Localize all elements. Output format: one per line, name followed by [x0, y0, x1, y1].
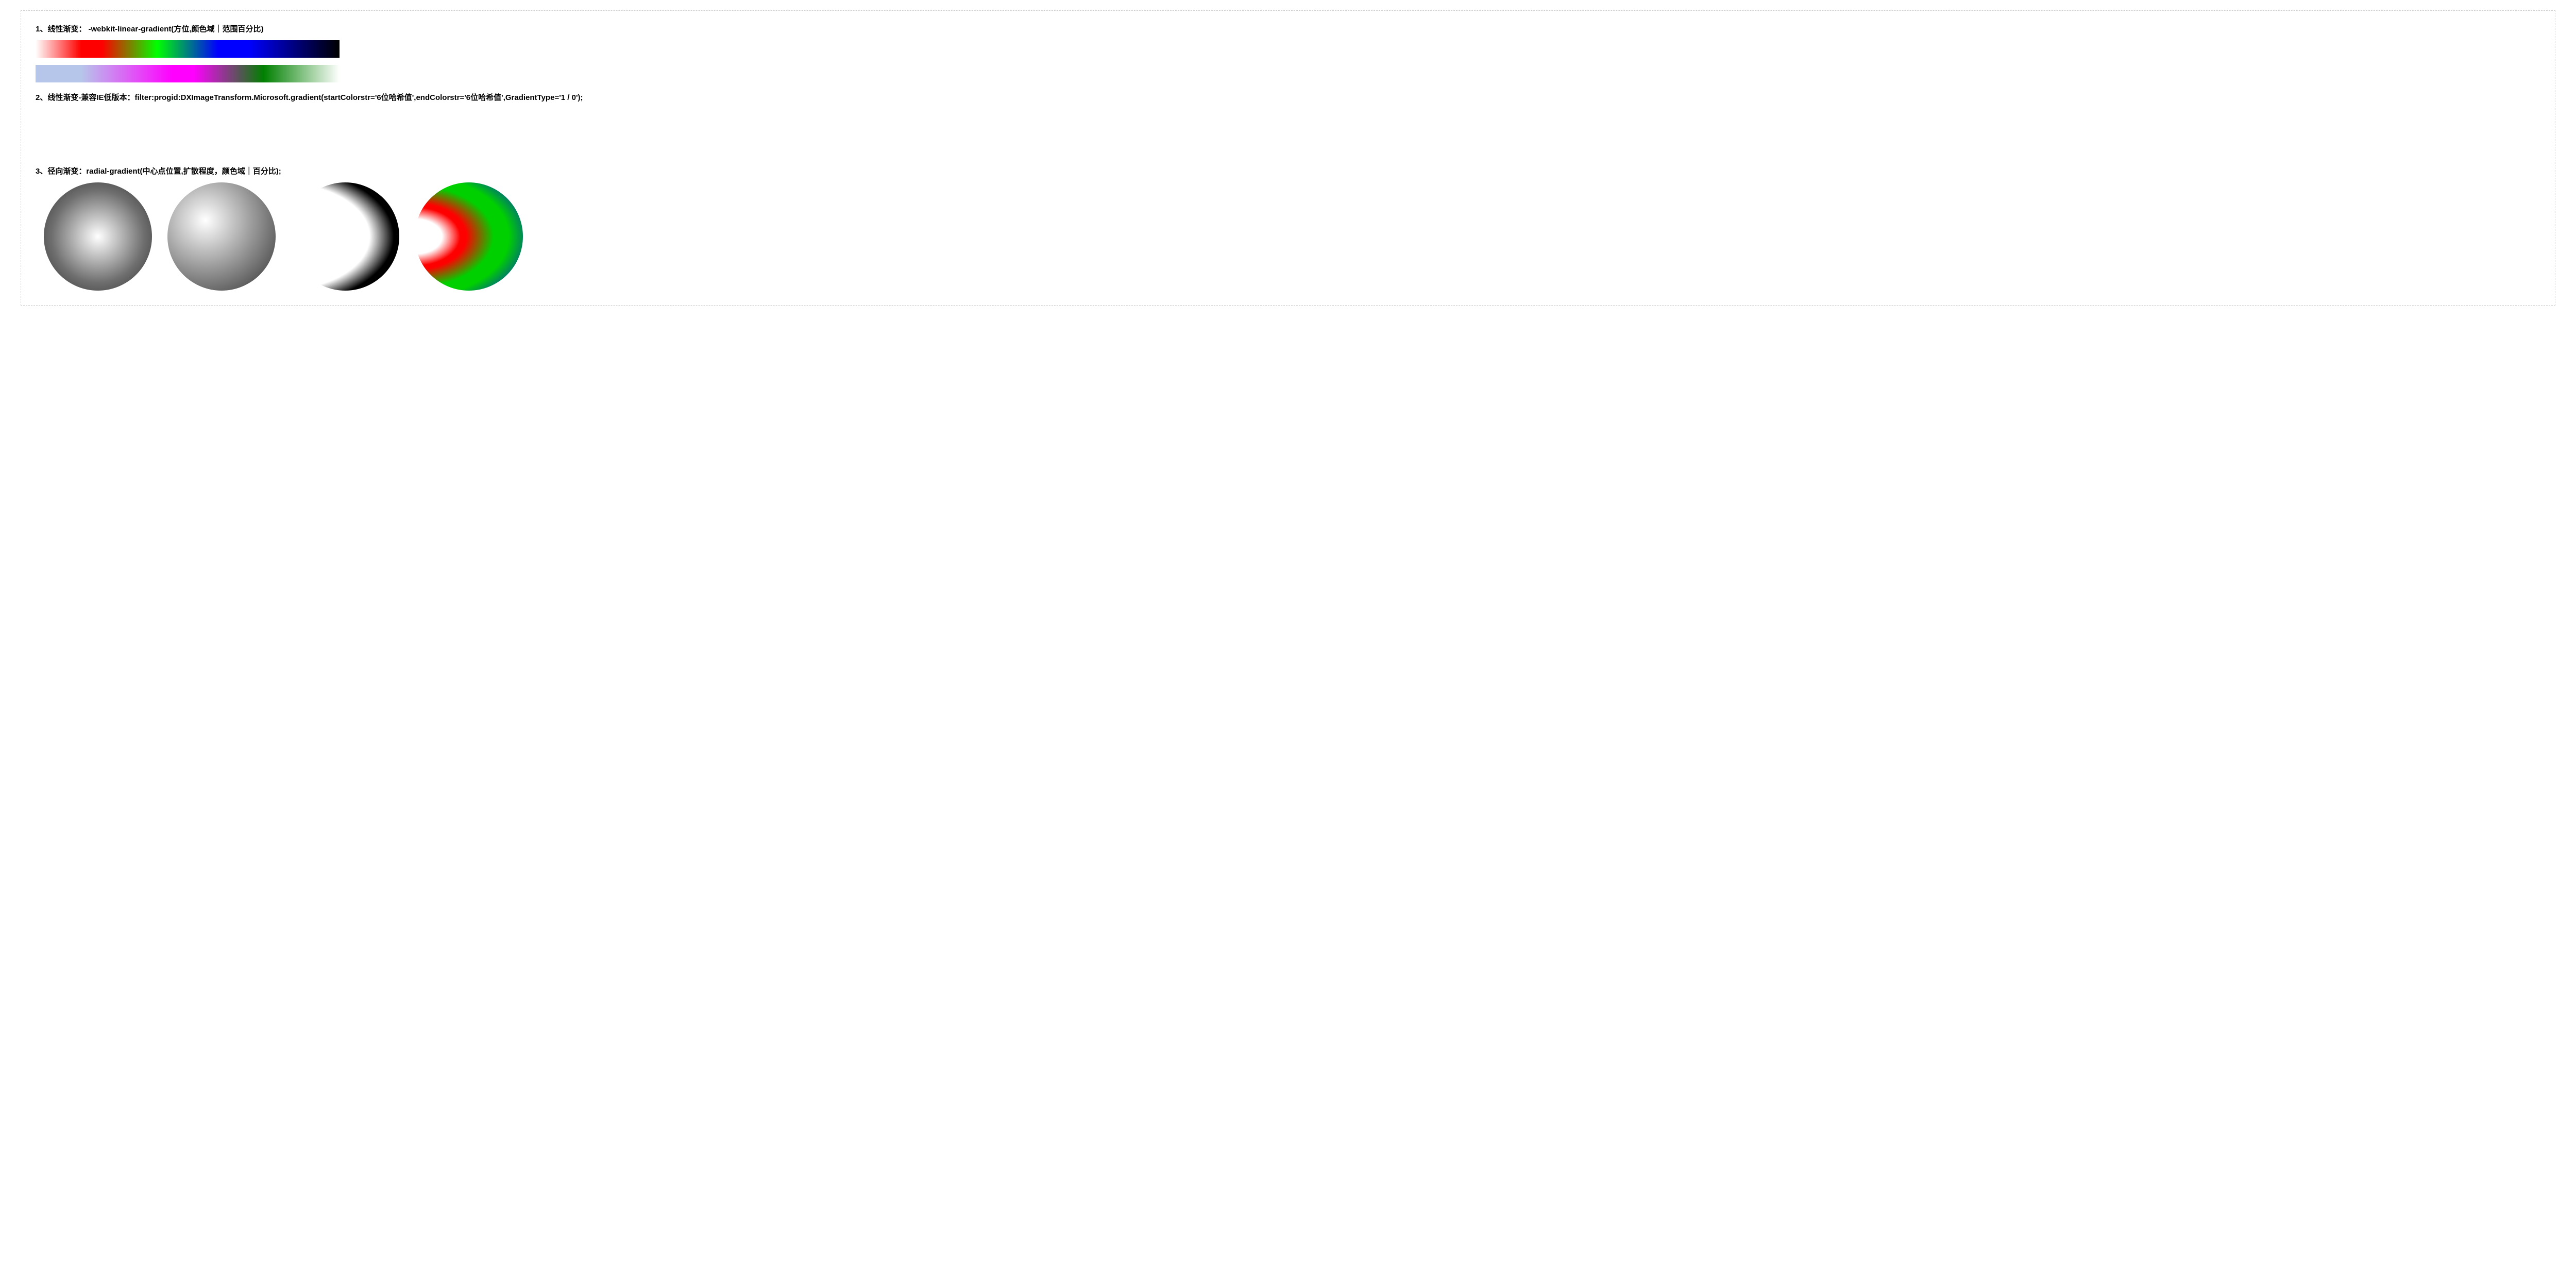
section2-heading: 2、线性渐变-兼容IE低版本：filter:progid:DXImageTran… — [36, 92, 2540, 103]
radial-crescent — [291, 182, 399, 291]
demo-container: 1、线性渐变： -webkit-linear-gradient(方位,颜色域｜范… — [21, 10, 2555, 306]
radial-sphere-center — [44, 182, 152, 291]
linear-gradient-bar-1 — [36, 40, 340, 58]
linear-gradient-bar-2 — [36, 65, 340, 82]
spacer — [36, 109, 2540, 165]
section3-heading: 3、径向渐变：radial-gradient(中心点位置,扩散程度，颜色域｜百分… — [36, 165, 2540, 176]
radial-rainbow — [415, 182, 523, 291]
radial-sphere-offset — [167, 182, 276, 291]
section1-heading: 1、线性渐变： -webkit-linear-gradient(方位,颜色域｜范… — [36, 23, 2540, 34]
radial-gradient-row — [36, 182, 2540, 291]
